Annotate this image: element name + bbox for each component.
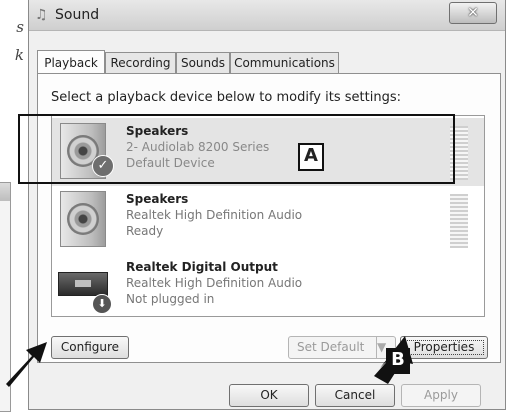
ok-button[interactable]: OK [229,384,309,407]
device-name: Speakers [126,192,189,206]
device-description: Realtek High Definition Audio [126,208,303,222]
device-item-digital-output[interactable]: ⬇ Realtek Digital Output Realtek High De… [52,254,484,322]
volume-level-meter [450,194,468,248]
focus-ring [404,340,484,355]
speaker-icon: ♫ [35,7,48,23]
properties-button[interactable]: Properties [400,336,488,359]
configure-button[interactable]: Configure [51,336,129,359]
tab-recording[interactable]: Recording [105,52,176,73]
page-text-fragment: k [14,46,24,64]
device-name: Realtek Digital Output [126,260,278,274]
device-item-speakers-realtek[interactable]: Speakers Realtek High Definition Audio R… [52,186,484,254]
cancel-button[interactable]: Cancel [315,384,395,407]
annotation-label-b: B [386,348,410,374]
apply-button[interactable]: Apply [401,384,481,407]
device-name: Speakers [126,124,189,138]
instruction-text: Select a playback device below to modify… [51,90,401,105]
device-status: Default Device [126,156,215,170]
close-button[interactable]: ✕ [449,2,497,24]
device-status: Ready [126,224,164,238]
device-item-speakers-audiolab[interactable]: ✓ Speakers 2- Audiolab 8200 Series Defau… [52,118,484,186]
tab-playback[interactable]: Playback [37,50,105,73]
tab-communications[interactable]: Communications [230,52,339,73]
receiver-icon [58,272,108,296]
down-arrow-icon: ⬇ [92,294,112,314]
close-icon: ✕ [467,5,479,21]
background-window-edge [0,182,11,412]
device-description: Realtek High Definition Audio [126,276,303,290]
background-page: s k [0,0,28,412]
device-description: 2- Audiolab 8200 Series [126,140,270,154]
set-default-label: Set Default [297,340,365,354]
page-text-fragment: s [16,18,24,36]
playback-panel: Select a playback device below to modify… [37,73,501,363]
sound-dialog: ♫ Sound ✕ Playback Recording Sounds Comm… [28,0,506,410]
device-status: Not plugged in [126,292,215,306]
check-icon: ✓ [92,155,114,177]
volume-level-meter [450,126,468,180]
tab-sounds[interactable]: Sounds [176,52,230,73]
annotation-label-a: A [298,143,324,171]
speaker-icon [60,191,106,247]
set-default-button[interactable]: Set Default ▼ [288,336,396,359]
device-list[interactable]: ✓ Speakers 2- Audiolab 8200 Series Defau… [51,115,485,317]
title-bar[interactable]: ♫ Sound ✕ [29,0,505,31]
window-title: Sound [55,7,100,23]
